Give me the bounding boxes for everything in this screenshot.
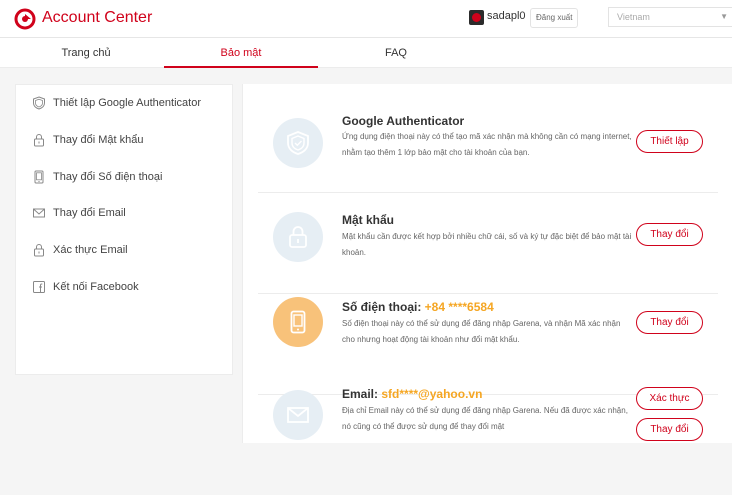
masked-email: sfd****@yahoo.vn	[381, 387, 483, 401]
phone-icon	[34, 170, 44, 184]
region-select[interactable]: Vietnam ▼	[608, 7, 732, 27]
sidebar-item-label: Thay đổi Số điện thoại	[53, 171, 163, 183]
sidebar-item-label: Thay đổi Mật khẩu	[53, 134, 144, 146]
sidebar-item-connect-facebook[interactable]: Kết nối Facebook	[32, 277, 139, 297]
security-panel: Google Authenticator Ứng dụng điện thoại…	[242, 84, 732, 443]
phone-icon	[290, 310, 306, 334]
item-description: Ứng dụng điện thoại này có thể tạo mã xá…	[342, 132, 632, 157]
item-title: Mật khẩu	[342, 213, 395, 227]
security-item-google-authenticator: Google Authenticator Ứng dụng điện thoại…	[258, 92, 718, 193]
verify-email-button[interactable]: Xác thực	[636, 387, 703, 410]
security-item-password: Mật khẩu Mật khẩu cần được kết hợp bởi n…	[258, 193, 718, 294]
sidebar: Thiết lập Google Authenticator Thay đổi …	[15, 84, 233, 375]
header: Account Center sadapl0 Đăng xuất Vietnam…	[0, 0, 732, 38]
sidebar-item-change-phone[interactable]: Thay đổi Số điện thoại	[32, 167, 162, 187]
tab-faq[interactable]: FAQ	[320, 38, 472, 68]
app-title: Account Center	[42, 9, 153, 26]
logout-button[interactable]: Đăng xuất	[530, 8, 579, 28]
username[interactable]: sadapl0	[487, 10, 526, 22]
sidebar-item-change-email[interactable]: Thay đổi Email	[32, 203, 126, 223]
item-description: Địa chỉ Email này có thể sử dụng để đăng…	[342, 406, 628, 431]
sidebar-item-google-authenticator[interactable]: Thiết lập Google Authenticator	[32, 93, 201, 113]
item-description: Mật khẩu cần được kết hợp bởi nhiều chữ …	[342, 232, 632, 257]
lock-icon	[289, 226, 307, 248]
phone-icon-circle	[273, 297, 323, 347]
avatar[interactable]	[469, 10, 484, 25]
tab-security[interactable]: Bảo mật	[164, 38, 318, 68]
password-icon-circle	[273, 212, 323, 262]
masked-phone-number: +84 ****6584	[424, 300, 494, 314]
sidebar-item-label: Xác thực Email	[53, 244, 128, 256]
lock-icon	[34, 244, 44, 257]
lock-icon	[34, 134, 44, 147]
envelope-icon	[287, 407, 309, 423]
garena-logo-icon[interactable]	[14, 8, 36, 30]
sidebar-item-label: Thay đổi Email	[53, 207, 126, 219]
sidebar-item-change-password[interactable]: Thay đổi Mật khẩu	[32, 130, 144, 150]
item-title: Email: sfd****@yahoo.vn	[342, 387, 483, 401]
shield-icon	[33, 96, 45, 110]
item-title: Google Authenticator	[342, 114, 465, 128]
facebook-icon	[33, 281, 45, 293]
email-icon-circle	[273, 390, 323, 440]
tab-home[interactable]: Trang chủ	[10, 38, 162, 68]
main-nav: Trang chủ Bảo mật FAQ	[0, 38, 732, 68]
security-item-email: Email: sfd****@yahoo.vn Địa chỉ Email nà…	[258, 387, 718, 495]
sidebar-item-label: Thiết lập Google Authenticator	[53, 97, 201, 109]
change-password-button[interactable]: Thay đổi	[636, 223, 703, 246]
sidebar-item-verify-email[interactable]: Xác thực Email	[32, 240, 128, 260]
change-email-button[interactable]: Thay đổi	[636, 418, 703, 441]
security-item-phone: Số điện thoại: +84 ****6584 Số điện thoạ…	[258, 294, 718, 395]
envelope-icon	[33, 208, 45, 218]
change-phone-button[interactable]: Thay đổi	[636, 311, 703, 334]
sidebar-item-label: Kết nối Facebook	[53, 281, 139, 293]
shield-icon	[287, 131, 309, 155]
chevron-down-icon: ▼	[720, 12, 728, 21]
setup-authenticator-button[interactable]: Thiết lập	[636, 130, 703, 153]
item-title: Số điện thoại: +84 ****6584	[342, 300, 494, 314]
region-value: Vietnam	[617, 12, 650, 22]
authenticator-icon-circle	[273, 118, 323, 168]
item-description: Số điện thoại này có thể sử dụng để đăng…	[342, 319, 621, 344]
